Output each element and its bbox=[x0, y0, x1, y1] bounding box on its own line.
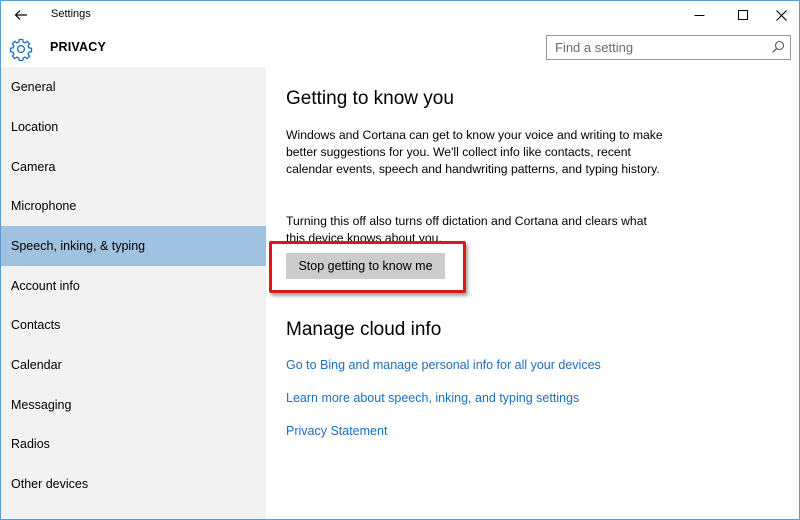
sidebar-item-camera[interactable]: Camera bbox=[1, 147, 266, 187]
sidebar-item-messaging[interactable]: Messaging bbox=[1, 385, 266, 425]
page-header: PRIVACY bbox=[1, 29, 799, 67]
close-icon bbox=[775, 9, 787, 21]
sidebar-item-calendar[interactable]: Calendar bbox=[1, 345, 266, 385]
settings-window: Settings PRIVACY Find a setting General … bbox=[0, 0, 800, 520]
page-title: PRIVACY bbox=[50, 40, 107, 54]
gear-icon bbox=[9, 38, 33, 61]
maximize-button[interactable] bbox=[725, 1, 761, 29]
maximize-icon bbox=[737, 9, 748, 20]
minimize-button[interactable] bbox=[681, 1, 717, 29]
sidebar-item-contacts[interactable]: Contacts bbox=[1, 305, 266, 345]
search-icon[interactable] bbox=[771, 40, 785, 54]
main-content: Getting to know you Windows and Cortana … bbox=[266, 67, 799, 519]
window-title: Settings bbox=[51, 8, 91, 20]
description-paragraph: Windows and Cortana can get to know your… bbox=[286, 128, 663, 176]
privacy-statement-link[interactable]: Privacy Statement bbox=[286, 424, 387, 438]
section-title-manage-cloud-info: Manage cloud info bbox=[286, 319, 442, 340]
sidebar: General Location Camera Microphone Speec… bbox=[1, 67, 266, 519]
sidebar-item-radios[interactable]: Radios bbox=[1, 424, 266, 464]
search-box[interactable] bbox=[546, 35, 791, 60]
sidebar-item-account-info[interactable]: Account info bbox=[1, 266, 266, 306]
learn-more-link[interactable]: Learn more about speech, inking, and typ… bbox=[286, 391, 579, 405]
title-bar: Settings bbox=[1, 1, 799, 29]
close-button[interactable] bbox=[763, 1, 799, 29]
bing-manage-info-link[interactable]: Go to Bing and manage personal info for … bbox=[286, 358, 601, 372]
sidebar-item-other-devices[interactable]: Other devices bbox=[1, 464, 266, 504]
back-button[interactable] bbox=[5, 3, 37, 27]
highlight-box bbox=[269, 241, 466, 293]
sidebar-item-general[interactable]: General bbox=[1, 67, 266, 107]
sidebar-item-speech-inking-typing[interactable]: Speech, inking, & typing bbox=[1, 226, 266, 266]
warning-paragraph: Turning this off also turns off dictatio… bbox=[286, 214, 647, 241]
sidebar-item-microphone[interactable]: Microphone bbox=[1, 186, 266, 226]
back-arrow-icon bbox=[14, 10, 27, 20]
search-input[interactable] bbox=[547, 36, 767, 59]
sidebar-item-location[interactable]: Location bbox=[1, 107, 266, 147]
section-title-getting-to-know-you: Getting to know you bbox=[286, 88, 454, 109]
minimize-icon bbox=[694, 14, 704, 16]
